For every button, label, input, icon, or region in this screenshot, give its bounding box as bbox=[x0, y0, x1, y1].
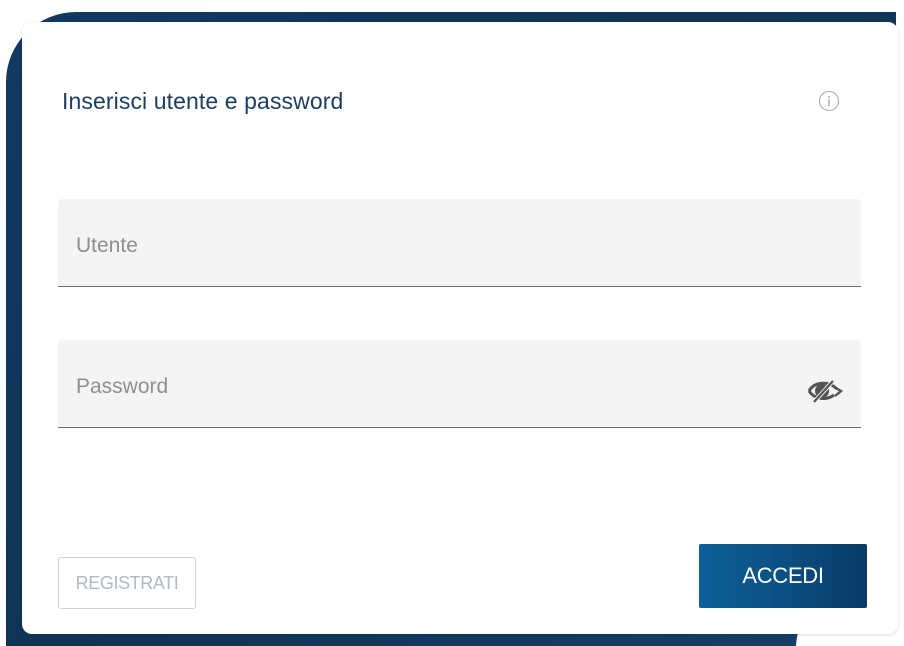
login-screen: Inserisci utente e password REGISTRATI A… bbox=[0, 0, 904, 646]
eye-slash-icon[interactable] bbox=[804, 376, 844, 406]
login-card: Inserisci utente e password REGISTRATI A… bbox=[22, 22, 898, 634]
register-button[interactable]: REGISTRATI bbox=[58, 557, 196, 609]
password-field[interactable] bbox=[58, 340, 861, 428]
username-input[interactable] bbox=[74, 225, 778, 267]
login-title: Inserisci utente e password bbox=[62, 88, 344, 114]
info-icon[interactable] bbox=[818, 90, 840, 112]
username-field[interactable] bbox=[58, 199, 861, 287]
login-button[interactable]: ACCEDI bbox=[699, 544, 867, 608]
password-input[interactable] bbox=[74, 366, 778, 408]
